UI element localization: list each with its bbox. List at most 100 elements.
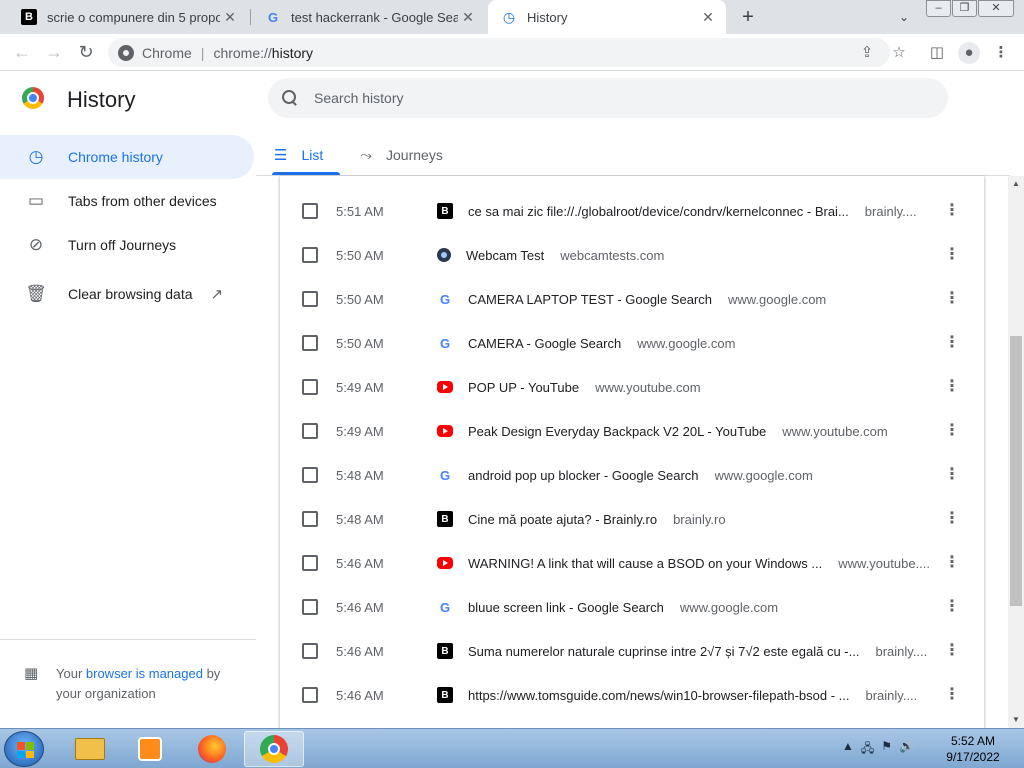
volume-icon[interactable]: 🔊 (899, 739, 914, 760)
history-row[interactable]: 5:46 AM G bluue screen link - Google Sea… (280, 585, 984, 629)
history-list: 5:51 AM B ce sa mai zic file://./globalr… (280, 176, 984, 728)
history-row[interactable]: 5:48 AM B Cine mă poate ajuta? - Brainly… (280, 497, 984, 541)
more-actions-icon[interactable]: ⋮ (940, 687, 964, 703)
close-icon[interactable]: ✕ (458, 9, 478, 26)
history-title-link[interactable]: POP UP - YouTube (468, 380, 579, 395)
history-row[interactable]: 5:46 AM WARNING! A link that will cause … (280, 541, 984, 585)
history-domain: www.google.com (679, 599, 779, 615)
history-row[interactable]: 5:50 AM Webcam Test webcamtests.com ⋮ (280, 233, 984, 277)
tab-history[interactable]: ◷ History ✕ (488, 0, 726, 34)
select-checkbox[interactable] (302, 291, 318, 307)
sidebar-item-chrome-history[interactable]: ◷ Chrome history (0, 135, 254, 179)
more-menu-icon[interactable]: ⋮ (990, 42, 1012, 64)
more-actions-icon[interactable]: ⋮ (940, 203, 964, 219)
taskbar-clock[interactable]: 5:52 AM 9/17/2022 (938, 733, 1008, 765)
more-actions-icon[interactable]: ⋮ (940, 599, 964, 615)
history-title-link[interactable]: Peak Design Everyday Backpack V2 20L - Y… (468, 424, 766, 439)
tray-expand-icon[interactable]: ▲ (842, 739, 854, 760)
share-icon[interactable]: ⇪ (856, 42, 878, 64)
bookmark-star-icon[interactable]: ☆ (888, 42, 910, 64)
close-icon[interactable]: ✕ (220, 9, 240, 26)
select-checkbox[interactable] (302, 599, 318, 615)
history-row[interactable]: 5:46 AM B Suma numerelor naturale cuprin… (280, 629, 984, 673)
select-checkbox[interactable] (302, 687, 318, 703)
chrome-site-icon[interactable] (118, 44, 134, 61)
url-scheme: chrome:// (213, 44, 272, 61)
history-title-link[interactable]: bluue screen link - Google Search (468, 600, 664, 615)
managed-text: Your browser is managed by your organiza… (56, 664, 244, 704)
managed-link[interactable]: browser is managed (86, 666, 203, 681)
history-row[interactable]: 5:50 AM G CAMERA LAPTOP TEST - Google Se… (280, 277, 984, 321)
address-bar[interactable]: Chrome | chrome://history (108, 38, 890, 67)
more-actions-icon[interactable]: ⋮ (940, 423, 964, 439)
google-favicon-icon: G (439, 467, 451, 483)
new-tab-button[interactable]: + (736, 5, 760, 29)
history-title-link[interactable]: Cine mă poate ajuta? - Brainly.ro (468, 512, 657, 527)
select-checkbox[interactable] (302, 203, 318, 219)
managed-prefix: Your (56, 666, 86, 681)
select-checkbox[interactable] (302, 643, 318, 659)
more-actions-icon[interactable]: ⋮ (940, 467, 964, 483)
search-box[interactable] (268, 78, 948, 118)
taskbar-firefox[interactable] (182, 731, 242, 767)
history-title-link[interactable]: CAMERA - Google Search (468, 336, 621, 351)
scroll-up-arrow-icon[interactable]: ▲ (1008, 176, 1024, 192)
select-checkbox[interactable] (302, 511, 318, 527)
side-panel-icon[interactable]: ◫ (926, 42, 948, 64)
taskbar-explorer[interactable] (60, 731, 120, 767)
more-actions-icon[interactable]: ⋮ (940, 291, 964, 307)
select-checkbox[interactable] (302, 555, 318, 571)
more-actions-icon[interactable]: ⋮ (940, 379, 964, 395)
taskbar-chrome[interactable] (244, 731, 304, 767)
history-title-link[interactable]: WARNING! A link that will cause a BSOD o… (468, 556, 822, 571)
select-checkbox[interactable] (302, 379, 318, 395)
sidebar-item-tabs-other-devices[interactable]: ▭ Tabs from other devices (0, 179, 254, 223)
close-icon[interactable]: ✕ (698, 9, 718, 26)
tab-journeys[interactable]: ⤳ Journeys (360, 140, 443, 170)
page-scrollbar[interactable]: ▲ ▼ (1008, 176, 1024, 728)
google-favicon-icon: G (439, 599, 451, 615)
history-row[interactable]: 5:51 AM B ce sa mai zic file://./globalr… (280, 189, 984, 233)
history-title-link[interactable]: CAMERA LAPTOP TEST - Google Search (468, 292, 712, 307)
history-row[interactable]: 5:50 AM G CAMERA - Google Search www.goo… (280, 321, 984, 365)
history-row[interactable]: 5:48 AM G android pop up blocker - Googl… (280, 453, 984, 497)
history-row[interactable]: 5:46 AM B https://www.tomsguide.com/news… (280, 673, 984, 717)
profile-avatar-icon[interactable]: ● (958, 42, 980, 64)
select-checkbox[interactable] (302, 247, 318, 263)
history-title-link[interactable]: https://www.tomsguide.com/news/win10-bro… (468, 688, 850, 703)
more-actions-icon[interactable]: ⋮ (940, 555, 964, 571)
more-actions-icon[interactable]: ⋮ (940, 643, 964, 659)
scroll-down-arrow-icon[interactable]: ▼ (1008, 712, 1024, 728)
minimize-button[interactable]: – (926, 0, 951, 17)
more-actions-icon[interactable]: ⋮ (940, 335, 964, 351)
sidebar-item-clear-browsing-data[interactable]: 🗑 Clear browsing data ↗ (0, 272, 254, 316)
tab-google-search[interactable]: G test hackerrank - Google Search ✕ (252, 0, 486, 34)
network-icon[interactable]: 🖧 (861, 739, 874, 760)
maximize-button[interactable]: ❐ (952, 0, 977, 17)
tab-list[interactable]: ☰ List (274, 140, 323, 170)
reload-icon[interactable]: ↻ (74, 40, 98, 64)
history-title-link[interactable]: Webcam Test (466, 248, 544, 263)
back-arrow-icon[interactable]: ← (10, 40, 34, 64)
scrollbar-thumb[interactable] (1010, 336, 1022, 606)
tab-brainly[interactable]: B scrie o compunere din 5 propoziții ✕ (8, 0, 248, 34)
history-title-link[interactable]: Suma numerelor naturale cuprinse intre 2… (468, 644, 859, 659)
select-checkbox[interactable] (302, 423, 318, 439)
sidebar-item-turn-off-journeys[interactable]: ⊘ Turn off Journeys (0, 223, 254, 267)
search-input[interactable] (314, 90, 914, 106)
more-actions-icon[interactable]: ⋮ (940, 247, 964, 263)
more-actions-icon[interactable]: ⋮ (940, 511, 964, 527)
tab-search-chevron-down-icon[interactable]: ⌄ (894, 7, 914, 27)
start-button[interactable] (4, 731, 44, 767)
history-title-link[interactable]: ce sa mai zic file://./globalroot/device… (468, 204, 849, 219)
close-window-button[interactable]: ✕ (978, 0, 1014, 17)
select-checkbox[interactable] (302, 467, 318, 483)
history-row[interactable]: 5:49 AM POP UP - YouTube www.youtube.com… (280, 365, 984, 409)
select-checkbox[interactable] (302, 335, 318, 351)
taskbar-media-player[interactable] (120, 731, 180, 767)
action-center-icon[interactable]: ⚑ (881, 739, 892, 760)
history-title-link[interactable]: android pop up blocker - Google Search (468, 468, 699, 483)
forward-arrow-icon[interactable]: → (42, 40, 66, 64)
history-row[interactable]: 5:49 AM Peak Design Everyday Backpack V2… (280, 409, 984, 453)
site-label: Chrome (142, 44, 192, 61)
